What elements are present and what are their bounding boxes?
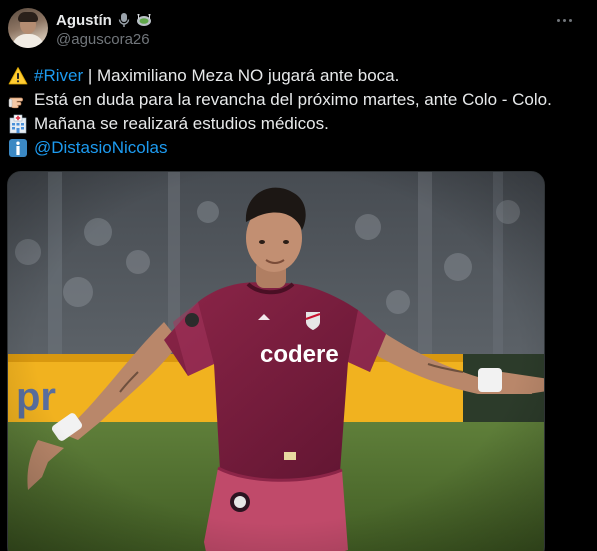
mention-distasionicolas[interactable]: @DistasioNicolas — [34, 136, 167, 160]
tweet-line-3-text: Mañana se realizará estudios médicos. — [34, 114, 329, 133]
avatar[interactable] — [8, 8, 48, 48]
information-icon — [9, 139, 27, 157]
tweet-line-4: @DistasioNicolas — [8, 136, 593, 160]
more-options-icon[interactable] — [552, 10, 576, 30]
tweet[interactable]: Agustín @aguscora26 #River | Maximiliano… — [0, 0, 597, 551]
stadium-icon — [136, 14, 151, 26]
avatar-shirt — [12, 34, 44, 48]
hashtag-river[interactable]: #River — [34, 64, 83, 88]
tweet-line-2: Está en duda para la revancha del próxim… — [8, 88, 593, 112]
pointing-hand-icon — [8, 97, 23, 109]
dot — [568, 18, 572, 22]
tweet-line-1: #River | Maximiliano Meza NO jugará ante… — [8, 64, 593, 88]
player-photo: pr codere — [8, 172, 544, 551]
tweet-line-1-text: | Maximiliano Meza NO jugará ante boca. — [83, 66, 400, 85]
tweet-line-2-text: Está en duda para la revancha del próxim… — [34, 90, 552, 109]
warning-icon — [8, 67, 28, 85]
dot — [556, 18, 560, 22]
dot — [562, 18, 566, 22]
tweet-text: #River | Maximiliano Meza NO jugará ante… — [8, 64, 593, 160]
hospital-icon — [9, 114, 27, 134]
microphone-icon — [118, 13, 130, 27]
author-name-row: Agustín — [56, 10, 152, 30]
avatar-hair — [18, 12, 38, 22]
author-handle[interactable]: @aguscora26 — [56, 31, 150, 48]
tweet-photo[interactable]: pr codere — [7, 171, 545, 551]
author-display-name[interactable]: Agustín — [56, 12, 112, 29]
tweet-line-3: Mañana se realizará estudios médicos. — [8, 112, 593, 136]
